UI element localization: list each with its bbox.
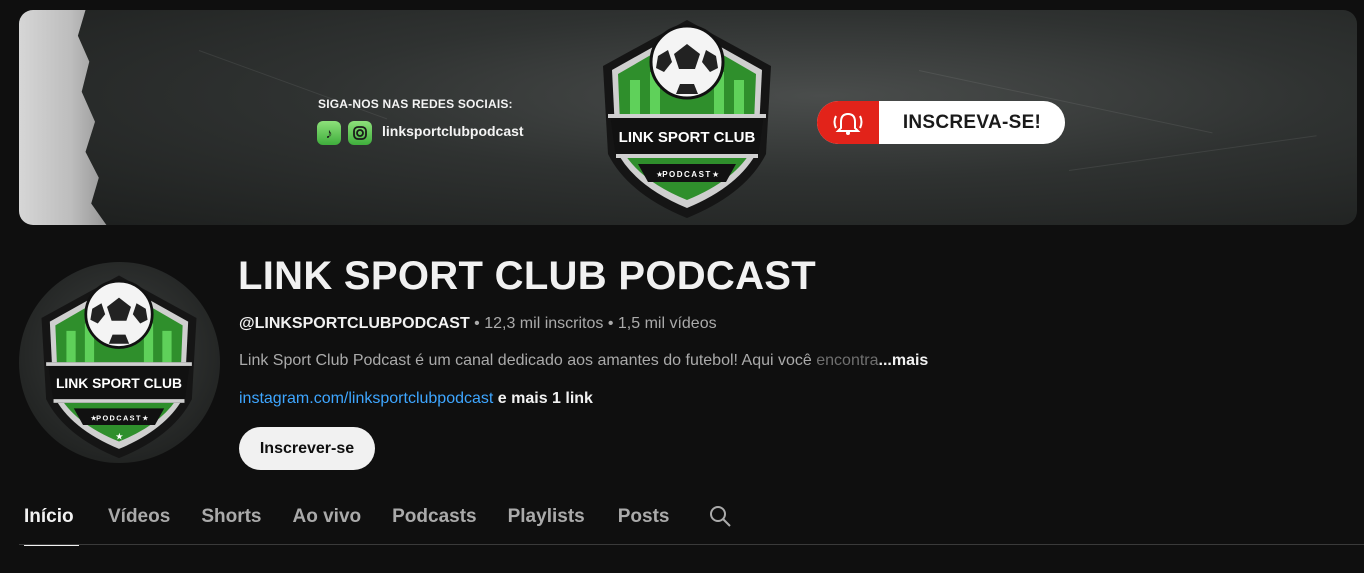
channel-links: instagram.com/linksportclubpodcast e mai…	[239, 390, 593, 408]
bell-icon	[817, 101, 879, 144]
channel-tabs: Início Vídeos Shorts Ao vivo Podcasts Pl…	[19, 496, 670, 546]
torn-paper-decoration	[19, 10, 107, 225]
more-link[interactable]: ...mais	[879, 352, 929, 369]
cta-label: INSCREVA-SE!	[902, 111, 1042, 133]
tab-podcasts[interactable]: Podcasts	[392, 496, 476, 544]
channel-banner: SIGA-NOS NAS REDES SOCIAIS: ♪ linksportc…	[19, 10, 1357, 225]
club-crest-logo: LINK SPORT CLUB PODCAST ★ ★	[603, 20, 771, 218]
tab-videos[interactable]: Vídeos	[108, 496, 170, 544]
svg-text:★: ★	[656, 170, 663, 179]
meta-separator: •	[469, 315, 485, 332]
meta-separator: •	[603, 315, 618, 332]
svg-text:★: ★	[142, 413, 149, 422]
tab-posts[interactable]: Posts	[618, 496, 670, 544]
channel-handle: @LINKSPORTCLUBPODCAST	[239, 315, 470, 332]
avatar-crest-subtitle: PODCAST	[96, 413, 142, 422]
avatar-crest-title: LINK SPORT CLUB	[56, 375, 182, 391]
social-handle: linksportclubpodcast	[382, 123, 524, 139]
tab-playlists[interactable]: Playlists	[508, 496, 585, 544]
tab-ao-vivo[interactable]: Ao vivo	[293, 496, 362, 544]
description-faded-text: encontra	[816, 352, 879, 369]
texture-line	[1068, 135, 1317, 171]
channel-title: LINK SPORT CLUB PODCAST	[238, 254, 817, 298]
crest-title: LINK SPORT CLUB	[619, 129, 756, 146]
instagram-icon	[348, 121, 372, 145]
instagram-link[interactable]: instagram.com/linksportclubpodcast	[239, 390, 493, 407]
svg-text:★: ★	[115, 432, 123, 442]
channel-avatar[interactable]: LINK SPORT CLUB PODCAST ★ ★ ★	[19, 262, 220, 463]
channel-meta: @LINKSPORTCLUBPODCAST • 12,3 mil inscrit…	[239, 315, 717, 333]
crest-subtitle: PODCAST	[662, 170, 712, 179]
tab-shorts[interactable]: Shorts	[201, 496, 261, 544]
search-icon[interactable]	[708, 504, 732, 528]
description-text: Link Sport Club Podcast é um canal dedic…	[239, 352, 817, 369]
subscriber-count: 12,3 mil inscritos	[484, 315, 604, 332]
subscribe-button[interactable]: Inscrever-se	[239, 427, 375, 470]
banner-subscribe-cta: INSCREVA-SE!	[817, 101, 1065, 144]
channel-description[interactable]: Link Sport Club Podcast é um canal dedic…	[239, 352, 928, 370]
avatar-crest-logo: LINK SPORT CLUB PODCAST ★ ★ ★	[41, 275, 197, 459]
tabs-divider	[19, 544, 1364, 545]
svg-text:★: ★	[90, 413, 97, 422]
tiktok-icon: ♪	[317, 121, 341, 145]
svg-text:★: ★	[712, 170, 719, 179]
follow-us-text: SIGA-NOS NAS REDES SOCIAIS:	[318, 97, 513, 111]
more-links[interactable]: e mais 1 link	[493, 390, 593, 407]
tab-inicio[interactable]: Início	[24, 496, 79, 546]
video-count: 1,5 mil vídeos	[617, 315, 717, 332]
